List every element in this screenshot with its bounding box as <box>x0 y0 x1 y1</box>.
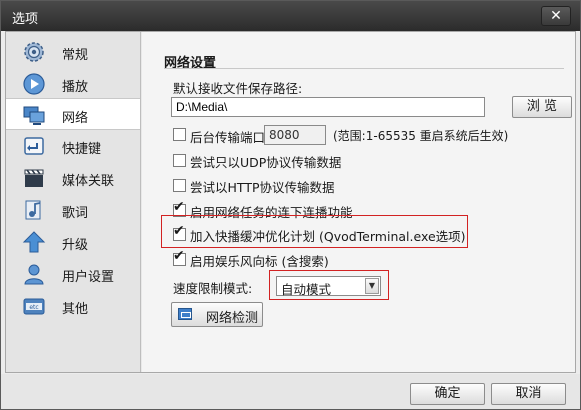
close-button[interactable]: ✕ <box>541 6 571 26</box>
speed-limit-label: 速度限制模式: <box>173 281 253 296</box>
sidebar-item-label: 常规 <box>62 48 89 63</box>
background-port-checkbox[interactable] <box>173 128 186 141</box>
save-path-input[interactable] <box>171 97 485 117</box>
dialog-footer: 确定 取消 <box>1 374 580 409</box>
sidebar-item-label: 快捷键 <box>62 142 102 157</box>
sidebar: 常规 播放 网络 快捷键 媒体关联 歌词 升级 用户设置 etc 其他 <box>6 32 141 372</box>
background-port-value: 8080 <box>269 128 300 142</box>
speed-limit-value: 自动模式 <box>281 282 332 297</box>
buffer-optimization-checkbox[interactable]: ✔ <box>173 224 186 241</box>
sidebar-item-other[interactable]: etc 其他 <box>6 290 140 322</box>
sidebar-item-media-association[interactable]: 媒体关联 <box>6 162 140 194</box>
network-icon <box>23 106 45 125</box>
cancel-button[interactable]: 取消 <box>491 383 566 405</box>
save-path-label: 默认接收文件保存路径: <box>173 81 303 96</box>
close-icon: ✕ <box>550 8 562 24</box>
http-checkbox[interactable] <box>173 179 186 192</box>
buffer-optimization-label: 加入快播缓冲优化计划 (QvodTerminal.exe选项) <box>190 229 466 244</box>
upgrade-arrow-icon <box>22 231 46 253</box>
sidebar-item-network[interactable]: 网络 <box>6 98 140 130</box>
keyboard-icon <box>24 137 44 155</box>
sidebar-item-label: 媒体关联 <box>62 174 115 189</box>
network-check-icon <box>178 308 192 320</box>
sidebar-item-lyrics[interactable]: 歌词 <box>6 194 140 226</box>
sidebar-item-playback[interactable]: 播放 <box>6 68 140 100</box>
window-title: 选项 <box>12 12 39 27</box>
dialog-body: 常规 播放 网络 快捷键 媒体关联 歌词 升级 用户设置 etc 其他 网络设置… <box>5 31 576 373</box>
chevron-down-icon[interactable]: ▼ <box>365 278 379 294</box>
sidebar-item-label: 用户设置 <box>62 270 115 285</box>
sidebar-item-label: 网络 <box>62 111 89 126</box>
gear-icon <box>24 42 44 62</box>
sidebar-item-label: 其他 <box>62 302 89 317</box>
browse-button-label: 浏 览 <box>526 99 558 114</box>
background-port-label: 后台传输端口 <box>190 130 266 145</box>
checkmark-icon: ✔ <box>173 199 185 215</box>
checkmark-icon: ✔ <box>173 223 185 239</box>
udp-only-checkbox[interactable] <box>173 154 186 167</box>
network-check-label: 网络检测 <box>206 311 259 326</box>
etc-icon: etc <box>23 298 45 315</box>
sidebar-item-label: 播放 <box>62 80 89 95</box>
sidebar-item-label: 升级 <box>62 238 89 253</box>
trend-indicator-checkbox[interactable]: ✔ <box>173 249 186 266</box>
play-icon <box>23 73 45 95</box>
sidebar-item-general[interactable]: 常规 <box>6 36 140 68</box>
section-divider <box>164 68 564 69</box>
ok-button[interactable]: 确定 <box>410 383 485 405</box>
trend-indicator-label: 启用娱乐风向标 (含搜索) <box>190 254 329 269</box>
http-label: 尝试以HTTP协议传输数据 <box>190 180 335 195</box>
sidebar-item-upgrade[interactable]: 升级 <box>6 226 140 258</box>
ok-button-label: 确定 <box>434 386 461 401</box>
port-range-hint: (范围:1-65535 重启系统后生效) <box>333 129 509 143</box>
checkmark-icon: ✔ <box>173 248 185 264</box>
network-check-button[interactable]: 网络检测 <box>171 302 263 327</box>
clapperboard-icon <box>24 169 44 187</box>
music-note-icon <box>25 200 41 220</box>
sidebar-item-label: 歌词 <box>62 206 89 221</box>
options-dialog: 选项 ✕ 常规 播放 网络 快捷键 媒体关联 歌词 升级 用户设置 etc 其他… <box>0 0 581 410</box>
background-port-input[interactable]: 8080 <box>264 125 326 145</box>
user-icon <box>24 264 44 285</box>
title-bar: 选项 ✕ <box>1 1 580 31</box>
sidebar-item-user-settings[interactable]: 用户设置 <box>6 258 140 290</box>
udp-only-label: 尝试只以UDP协议传输数据 <box>190 155 342 170</box>
speed-limit-select[interactable]: 自动模式 ▼ <box>276 276 381 297</box>
network-settings-panel: 网络设置 默认接收文件保存路径: 浏 览 后台传输端口 8080 (范围:1-6… <box>142 32 575 372</box>
browse-button[interactable]: 浏 览 <box>512 96 572 118</box>
svg-text:etc: etc <box>29 304 38 311</box>
cancel-button-label: 取消 <box>515 386 542 401</box>
sidebar-item-shortcuts[interactable]: 快捷键 <box>6 130 140 162</box>
